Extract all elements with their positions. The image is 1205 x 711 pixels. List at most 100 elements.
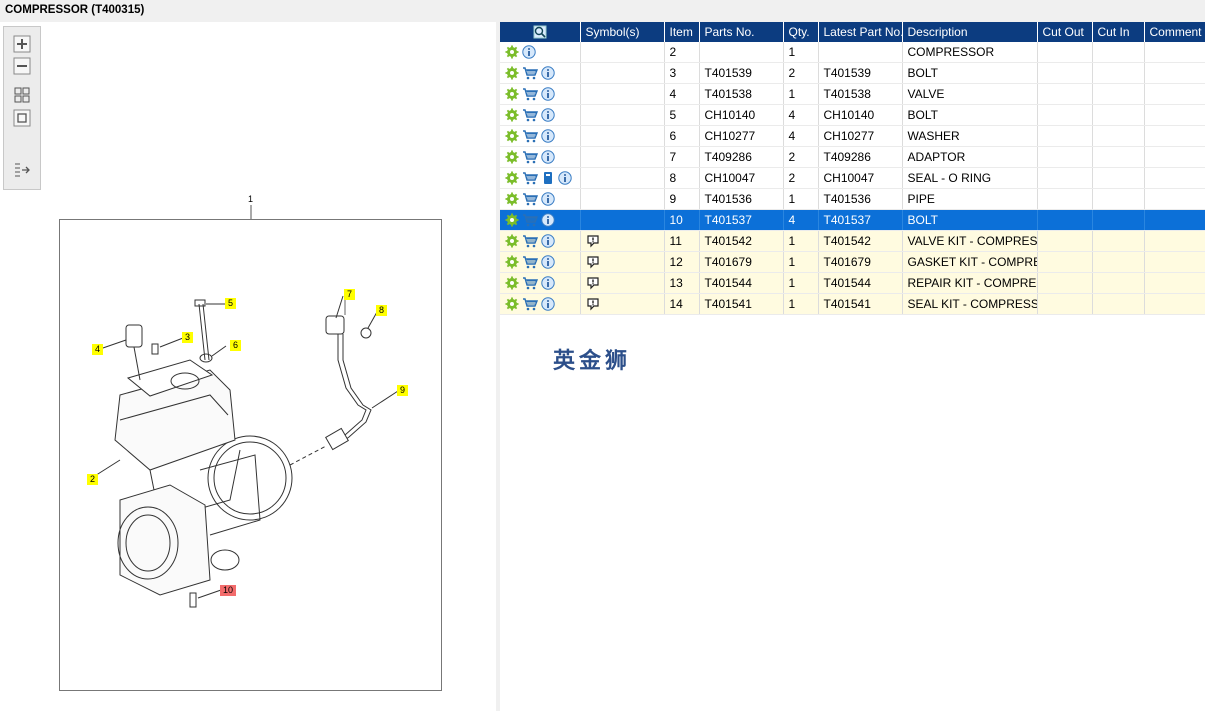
symbol-cell [580,188,665,210]
latest-part-no-cell: T401536 [818,188,903,210]
info-icon[interactable] [541,255,555,269]
description-cell: VALVE KIT - COMPRESSOR [902,230,1038,252]
cart-icon[interactable] [522,276,538,290]
info-icon[interactable] [541,297,555,311]
table-row[interactable]: 8 CH10047 2 CH10047 SEAL - O RING [500,167,1205,189]
comment-cell [1144,209,1205,231]
info-icon[interactable] [522,45,536,59]
info-icon[interactable] [541,192,555,206]
column-header-item[interactable]: Item [664,22,700,42]
cart-icon[interactable] [522,297,538,311]
item-cell: 3 [664,62,700,84]
gear-icon[interactable] [505,129,519,143]
table-row[interactable]: 14T4015411T401541SEAL KIT - COMPRESSOR [500,293,1205,315]
kit-symbol-icon[interactable] [586,234,600,248]
column-header-symbols[interactable]: Symbol(s) [580,22,665,42]
info-icon[interactable] [541,66,555,80]
column-header-comment[interactable]: Comment [1144,22,1205,42]
gear-icon[interactable] [505,108,519,122]
cart-icon[interactable] [522,234,538,248]
cart-icon[interactable] [522,171,538,185]
comment-cell [1144,83,1205,105]
callout-4[interactable]: 4 [92,344,104,355]
table-row[interactable]: 9 T401536 1 T401536 PIPE [500,188,1205,210]
table-row[interactable]: 7 T409286 2 T409286 ADAPTOR [500,146,1205,168]
table-row[interactable]: 6 CH10277 4 CH10277 WASHER [500,125,1205,147]
cart-icon[interactable] [522,213,538,227]
callout-10[interactable]: 10 [220,585,237,596]
row-actions [500,209,581,231]
cart-icon[interactable] [522,192,538,206]
gear-icon[interactable] [505,150,519,164]
cart-icon[interactable] [522,108,538,122]
latest-part-no-cell: T401537 [818,209,903,231]
gear-icon[interactable] [505,87,519,101]
item-cell: 9 [664,188,700,210]
column-header-parts-no[interactable]: Parts No. [699,22,784,42]
gear-icon[interactable] [505,171,519,185]
table-row[interactable]: 4 T401538 1 T401538 VALVE [500,83,1205,105]
column-header-cut-out[interactable]: Cut Out [1037,22,1093,42]
table-row[interactable]: 11T4015421T401542VALVE KIT - COMPRESSOR [500,230,1205,252]
callout-5[interactable]: 5 [225,298,237,309]
info-icon[interactable] [541,234,555,248]
info-icon[interactable] [541,213,555,227]
gear-icon[interactable] [505,234,519,248]
table-row[interactable]: 13T4015441T401544REPAIR KIT - COMPRESSOR [500,272,1205,294]
table-row[interactable]: 3 T401539 2 T401539 BOLT [500,62,1205,84]
gear-icon[interactable] [505,276,519,290]
latest-part-no-cell: CH10140 [818,104,903,126]
column-header-latest-part-no[interactable]: Latest Part No. [818,22,903,42]
search-icon[interactable] [533,25,547,39]
symbol-cell [580,146,665,168]
column-header-cut-in[interactable]: Cut In [1092,22,1145,42]
info-icon[interactable] [541,150,555,164]
cart-icon[interactable] [522,129,538,143]
cut-in-cell [1092,42,1145,63]
description-cell: GASKET KIT - COMPRESSOR [902,251,1038,273]
callout-9[interactable]: 9 [397,385,409,396]
callout-8[interactable]: 8 [376,305,388,316]
symbol-cell [580,251,665,273]
info-icon[interactable] [541,276,555,290]
callout-2[interactable]: 2 [87,474,99,485]
table-row[interactable]: 10 T401537 4 T401537 BOLT [500,209,1205,231]
gear-icon[interactable] [505,297,519,311]
callout-7[interactable]: 7 [344,289,356,300]
qty-cell: 1 [783,188,819,210]
callout-3[interactable]: 3 [182,332,194,343]
kit-symbol-icon[interactable] [586,276,600,290]
description-cell: VALVE [902,83,1038,105]
callout-6[interactable]: 6 [230,340,242,351]
cut-in-cell [1092,167,1145,189]
kit-symbol-icon[interactable] [586,255,600,269]
column-header-search[interactable] [500,22,581,42]
symbol-cell [580,62,665,84]
gear-icon[interactable] [505,66,519,80]
description-cell: SEAL - O RING [902,167,1038,189]
cart-icon[interactable] [522,66,538,80]
table-row[interactable]: 2 1 COMPRESSOR [500,42,1205,63]
comment-cell [1144,62,1205,84]
info-icon[interactable] [558,171,572,185]
row-actions [500,188,581,210]
gear-icon[interactable] [505,213,519,227]
column-header-qty[interactable]: Qty. [783,22,819,42]
row-actions [500,167,581,189]
document-icon[interactable] [541,171,555,185]
info-icon[interactable] [541,129,555,143]
qty-cell: 1 [783,83,819,105]
cart-icon[interactable] [522,255,538,269]
gear-icon[interactable] [505,192,519,206]
table-row[interactable]: 5 CH10140 4 CH10140 BOLT [500,104,1205,126]
kit-symbol-icon[interactable] [586,297,600,311]
gear-icon[interactable] [505,45,519,59]
info-icon[interactable] [541,108,555,122]
cart-icon[interactable] [522,87,538,101]
column-header-description[interactable]: Description [902,22,1038,42]
row-actions [500,272,581,294]
info-icon[interactable] [541,87,555,101]
gear-icon[interactable] [505,255,519,269]
table-row[interactable]: 12T4016791T401679GASKET KIT - COMPRESSOR [500,251,1205,273]
cart-icon[interactable] [522,150,538,164]
